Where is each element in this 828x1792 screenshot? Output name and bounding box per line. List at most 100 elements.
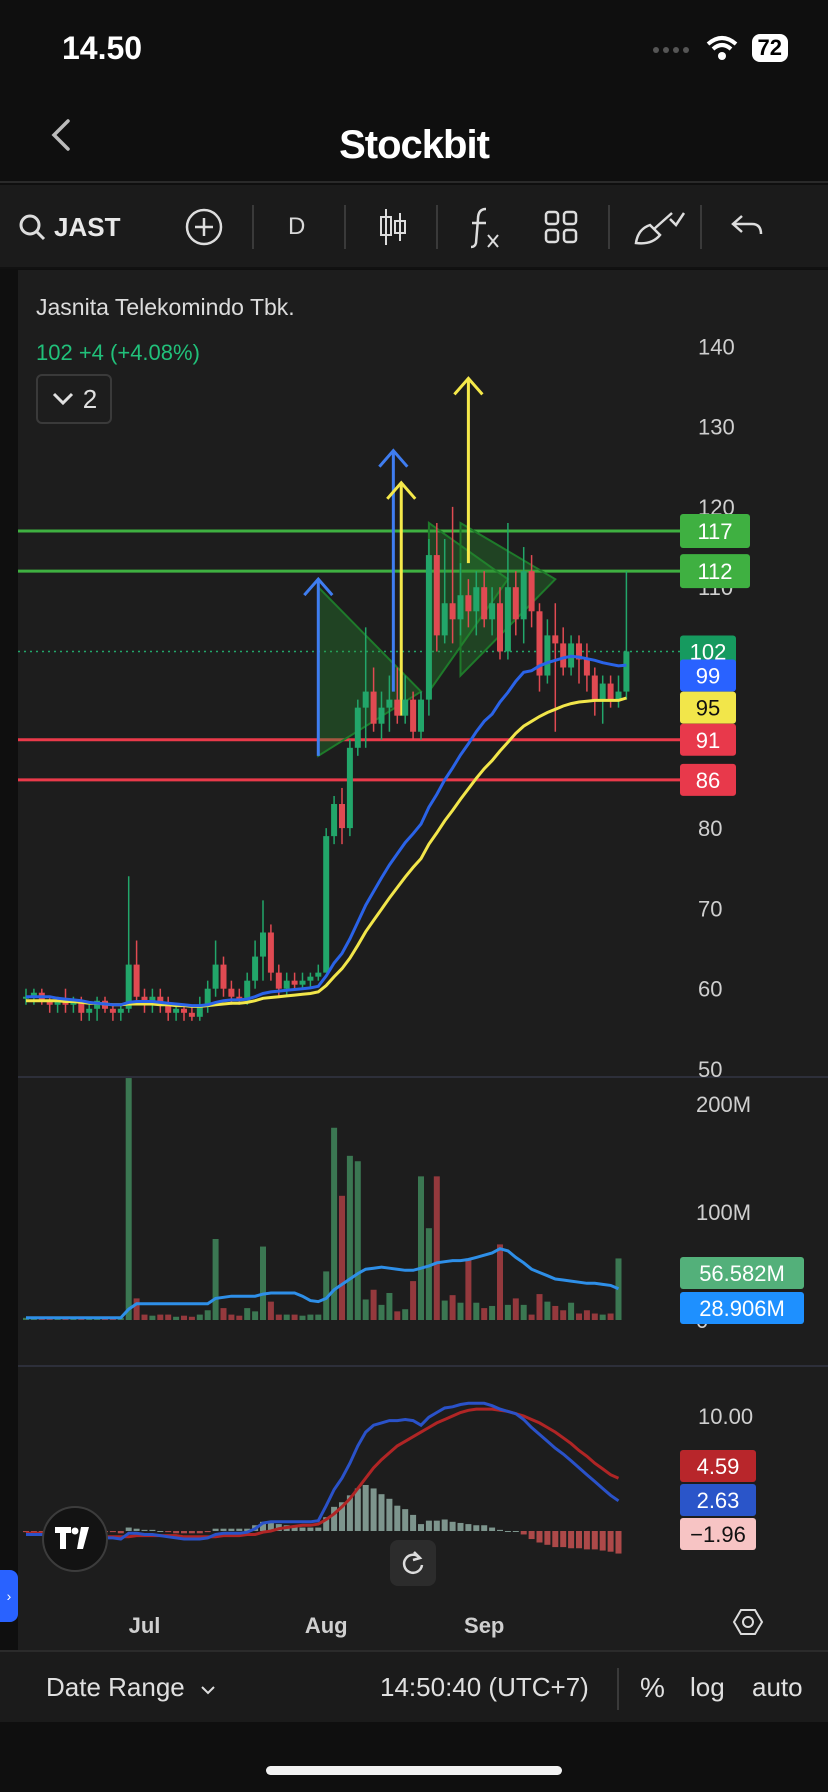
macd-histogram-bar [599, 1531, 606, 1551]
ticker-name: Jasnita Telekomindo Tbk. [36, 294, 295, 320]
side-panel-toggle[interactable]: › [0, 1570, 18, 1622]
volume-bar [394, 1311, 401, 1320]
candle-body [433, 555, 440, 636]
macd-histogram-bar [457, 1522, 464, 1531]
macd-histogram-bar [402, 1509, 409, 1531]
volume-bar [165, 1314, 172, 1320]
volume-bar [497, 1244, 503, 1320]
candle-body [607, 683, 614, 700]
candle-body [109, 1008, 116, 1013]
macd-histogram-bar [568, 1531, 575, 1549]
macd-histogram-bar [481, 1525, 488, 1531]
chevron-right-icon: › [6, 1588, 12, 1604]
percent-scale-button[interactable]: % [640, 1672, 665, 1704]
volume-bar [315, 1314, 322, 1320]
candle-body [260, 932, 266, 957]
candle-body [354, 707, 361, 748]
candle-body [441, 603, 448, 636]
volume-bar [568, 1302, 575, 1320]
candle-body [212, 964, 219, 989]
indicator-count: 2 [82, 383, 98, 414]
volume-bar [196, 1314, 203, 1320]
log-scale-button[interactable]: log [690, 1672, 725, 1703]
ticker-price-change: 102 +4 (+4.08%) [36, 340, 200, 365]
macd-histogram-bar [212, 1528, 219, 1531]
volume-bar [125, 1078, 132, 1320]
volume-bar [528, 1314, 535, 1320]
candle-body [181, 1008, 187, 1013]
candle-body [117, 1008, 124, 1013]
indicator-collapse-button[interactable]: 2 [36, 374, 112, 424]
macd-histogram-bar [449, 1521, 456, 1531]
volume-bar [141, 1314, 148, 1320]
macd-histogram-bar [133, 1528, 140, 1531]
auto-scale-button[interactable]: auto [752, 1672, 803, 1703]
macd-histogram-bar [378, 1494, 385, 1531]
candle-body [267, 932, 274, 973]
chevron-down-icon [52, 392, 73, 406]
volume-bar [544, 1301, 551, 1320]
macd-histogram-bar [560, 1531, 567, 1548]
macd-histogram-bar [552, 1531, 559, 1548]
volume-bar [473, 1302, 480, 1320]
price-axis-tick: 70 [698, 896, 722, 921]
price-axis-tick: 50 [698, 1057, 722, 1082]
candle-body [481, 587, 488, 620]
candle-body [299, 980, 306, 985]
volume-bar [465, 1258, 472, 1320]
volume-bar [441, 1300, 448, 1320]
chart-canvas[interactable]: 1401301201108070605011711210299959186200… [0, 0, 828, 1650]
volume-bar [267, 1301, 274, 1320]
current-time: 14:50:40 (UTC+7) [380, 1672, 589, 1702]
reset-chart-button[interactable] [390, 1540, 436, 1586]
macd-histogram-bar [433, 1520, 440, 1531]
macd-histogram-bar [425, 1520, 432, 1531]
volume-bar [339, 1195, 345, 1320]
macd-histogram-bar [149, 1529, 156, 1531]
chevron-down-icon [201, 1686, 215, 1695]
macd-histogram-bar [441, 1519, 448, 1531]
volume-label: 28.906M [699, 1296, 785, 1321]
volume-bar [188, 1316, 195, 1320]
volume-bar [212, 1239, 219, 1320]
macd-histogram-bar [141, 1529, 148, 1531]
macd-axis-tick: 10.00 [698, 1404, 753, 1429]
tradingview-logo[interactable] [42, 1506, 108, 1572]
volume-bar [236, 1315, 243, 1320]
macd-histogram-bar [220, 1528, 227, 1531]
volume-axis-tick: 200M [696, 1092, 751, 1117]
macd-histogram-bar [362, 1485, 369, 1531]
home-area [0, 1722, 828, 1792]
macd-histogram-bar [504, 1531, 511, 1532]
volume-bar [370, 1289, 377, 1320]
home-indicator[interactable] [266, 1766, 562, 1775]
macd-histogram-bar [165, 1531, 172, 1533]
macd-histogram-bar [607, 1531, 614, 1552]
volume-bar [418, 1176, 424, 1320]
volume-bar [228, 1314, 235, 1320]
volume-bar [275, 1314, 282, 1320]
candle-body [410, 699, 417, 732]
volume-bar [149, 1315, 156, 1320]
tradingview-icon [55, 1527, 89, 1549]
date-range-label: Date Range [46, 1672, 185, 1702]
volume-bar [204, 1310, 211, 1320]
macd-histogram-bar [394, 1505, 401, 1531]
candle-body [133, 964, 140, 997]
macd-histogram-bar [173, 1531, 180, 1534]
candle-body [346, 747, 353, 829]
volume-bar [410, 1281, 417, 1320]
candle-body [362, 691, 369, 708]
volume-bar [307, 1314, 314, 1320]
volume-bar [173, 1316, 180, 1320]
volume-bar [386, 1293, 393, 1320]
macd-histogram-bar [528, 1531, 535, 1540]
candle-body [623, 651, 630, 692]
candle-body [544, 635, 551, 676]
macd-histogram-bar [307, 1527, 314, 1531]
candle-body [204, 988, 211, 1005]
date-range-button[interactable]: Date Range [46, 1672, 216, 1703]
candle-body [307, 976, 314, 981]
macd-histogram-bar [196, 1531, 203, 1534]
candle-body [228, 988, 235, 997]
